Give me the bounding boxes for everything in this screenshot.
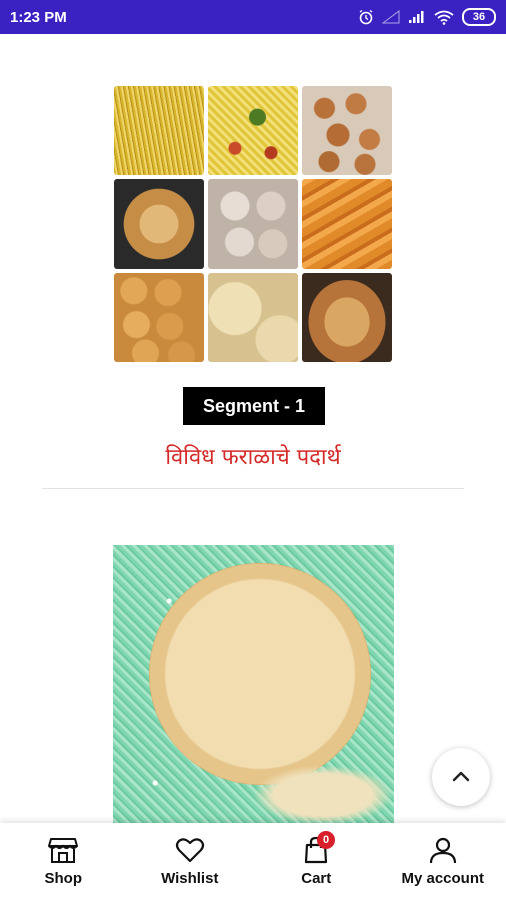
collage-tile (208, 272, 298, 362)
chevron-up-icon (452, 771, 470, 782)
collage-tile (302, 179, 392, 269)
nav-shop[interactable]: Shop (0, 823, 127, 900)
scroll-to-top-button[interactable] (432, 748, 490, 806)
bowl-image (149, 563, 371, 785)
cart-count-badge: 0 (317, 831, 335, 849)
collage-tile (208, 179, 298, 269)
collage-tile (302, 272, 392, 362)
nav-wishlist[interactable]: Wishlist (127, 823, 254, 900)
heart-icon (175, 838, 204, 863)
segment-badge[interactable]: Segment - 1 (183, 387, 325, 425)
user-icon (429, 837, 456, 864)
nav-wishlist-label: Wishlist (161, 870, 219, 887)
nav-cart-label: Cart (301, 870, 332, 887)
category-title[interactable]: विविध फराळाचे पदार्थ (0, 441, 506, 471)
alarm-icon (359, 9, 373, 25)
category-collage-image[interactable] (114, 86, 392, 362)
store-icon (48, 838, 79, 863)
divider (42, 488, 464, 489)
powder-spill (253, 765, 393, 825)
collage-tile (114, 179, 204, 269)
signal-icon (409, 11, 424, 23)
status-bar: 1:23 PM 36 (0, 0, 506, 34)
bottom-nav: Shop Wishlist 0 Cart My account (0, 823, 506, 900)
nav-cart[interactable]: 0 Cart (253, 823, 380, 900)
battery-icon: 36 (462, 8, 496, 26)
collage-tile (302, 86, 392, 176)
status-time: 1:23 PM (10, 8, 67, 26)
status-icons: 36 (358, 8, 496, 26)
wifi-icon (434, 10, 454, 25)
collage-tile (114, 272, 204, 362)
nav-shop-label: Shop (44, 870, 83, 887)
collage-tile (114, 86, 204, 176)
signal-icon (382, 10, 400, 24)
nav-my-account[interactable]: My account (380, 823, 506, 900)
collage-tile (208, 86, 298, 176)
nav-my-account-label: My account (401, 870, 484, 887)
product-image[interactable] (113, 545, 394, 825)
